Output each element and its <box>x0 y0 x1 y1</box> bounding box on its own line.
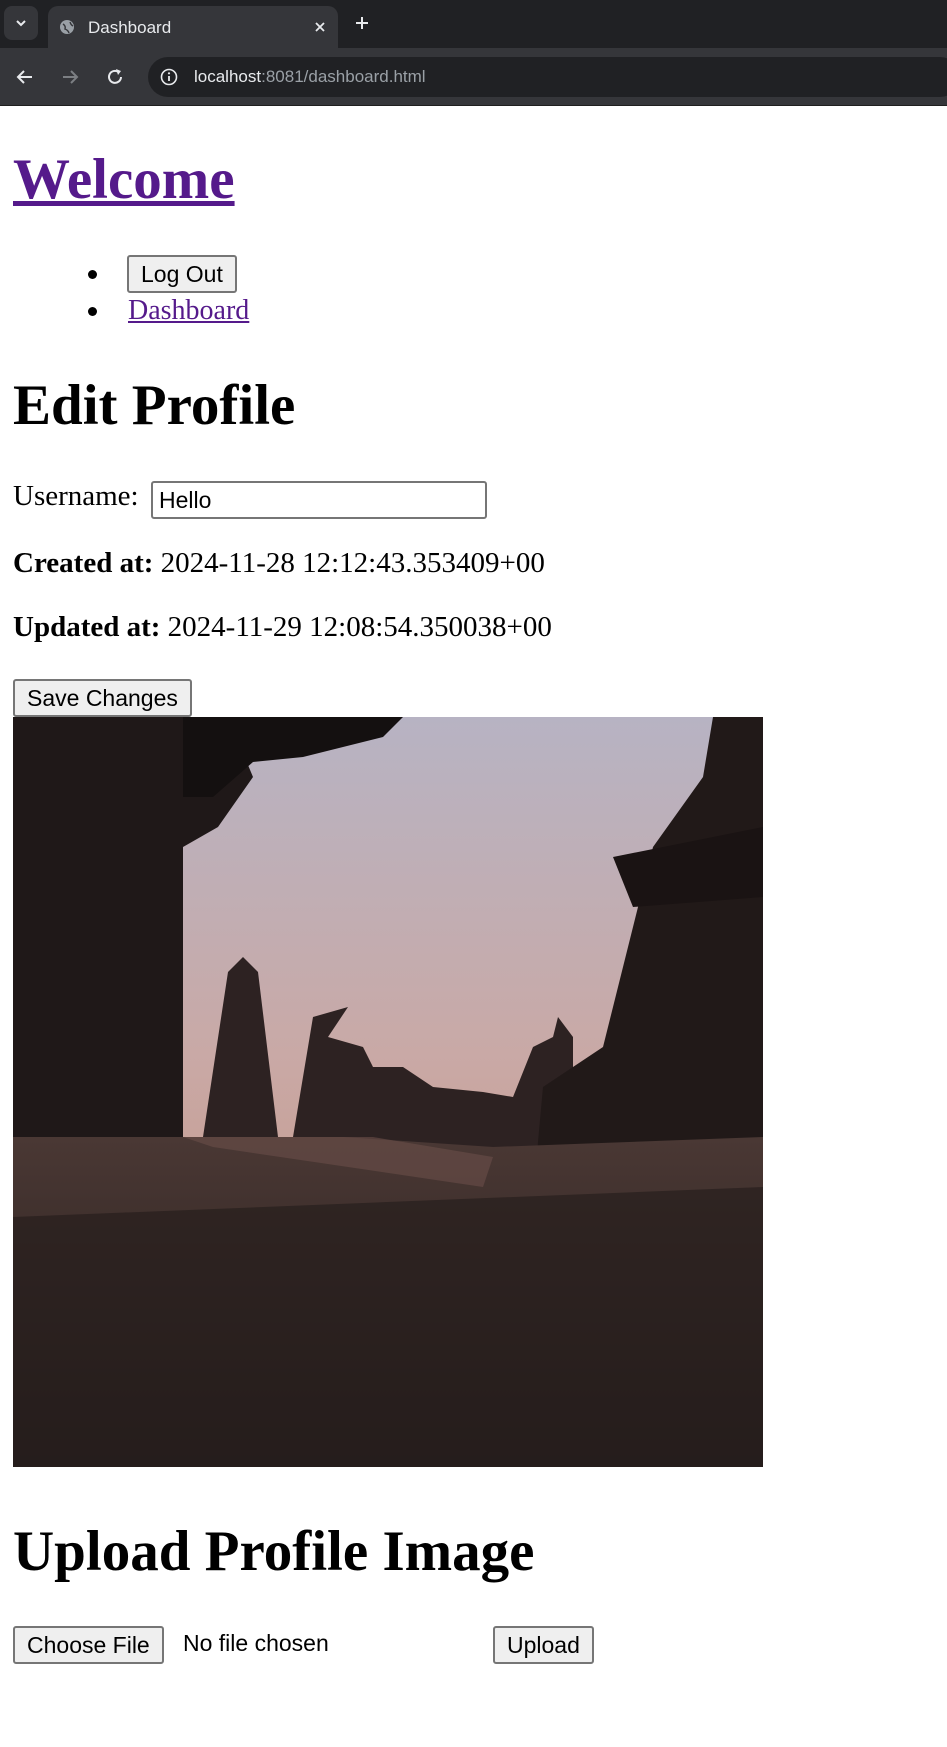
updated-at-row: Updated at: 2024-11-29 12:08:54.350038+0… <box>13 611 552 644</box>
back-arrow-icon[interactable] <box>14 66 36 88</box>
info-icon[interactable] <box>160 68 178 86</box>
welcome-link[interactable]: Welcome <box>13 148 235 212</box>
browser-toolbar: localhost:8081/dashboard.html <box>0 48 947 106</box>
page-content: Welcome Log Out Dashboard Edit Profile U… <box>0 107 947 1747</box>
list-bullet <box>88 307 97 316</box>
profile-photo-illustration <box>13 717 763 1467</box>
new-tab-icon[interactable] <box>352 13 372 33</box>
close-icon[interactable] <box>312 19 328 35</box>
upload-button[interactable]: Upload <box>493 1626 594 1664</box>
profile-image <box>13 717 763 1467</box>
tab-title: Dashboard <box>88 18 172 37</box>
browser-tab-bar: Dashboard <box>0 0 947 48</box>
url-text: localhost:8081/dashboard.html <box>194 67 426 87</box>
chevron-down-icon <box>16 20 26 27</box>
created-at-row: Created at: 2024-11-28 12:12:43.353409+0… <box>13 547 545 580</box>
upload-image-heading: Upload Profile Image <box>13 1520 535 1583</box>
dashboard-link[interactable]: Dashboard <box>128 295 249 327</box>
created-at-value: 2024-11-28 12:12:43.353409+00 <box>160 547 545 579</box>
updated-at-label: Updated at: <box>13 611 161 643</box>
username-label: Username: <box>13 480 139 512</box>
globe-icon <box>60 20 74 34</box>
address-bar[interactable]: localhost:8081/dashboard.html <box>148 57 947 97</box>
edit-profile-heading: Edit Profile <box>13 374 296 437</box>
username-input[interactable] <box>151 481 487 519</box>
forward-arrow-icon[interactable] <box>59 66 81 88</box>
reload-icon[interactable] <box>104 66 126 88</box>
url-path: :8081/dashboard.html <box>261 67 426 86</box>
url-host: localhost <box>194 67 262 86</box>
file-status-text: No file chosen <box>183 1630 329 1656</box>
list-bullet <box>88 270 97 279</box>
save-changes-button[interactable]: Save Changes <box>13 679 192 717</box>
updated-at-value: 2024-11-29 12:08:54.350038+00 <box>167 611 552 643</box>
logout-button[interactable]: Log Out <box>127 255 237 293</box>
created-at-label: Created at: <box>13 547 154 579</box>
browser-tab[interactable]: Dashboard <box>48 6 338 48</box>
tab-search-button[interactable] <box>4 6 38 40</box>
choose-file-button[interactable]: Choose File <box>13 1626 164 1664</box>
